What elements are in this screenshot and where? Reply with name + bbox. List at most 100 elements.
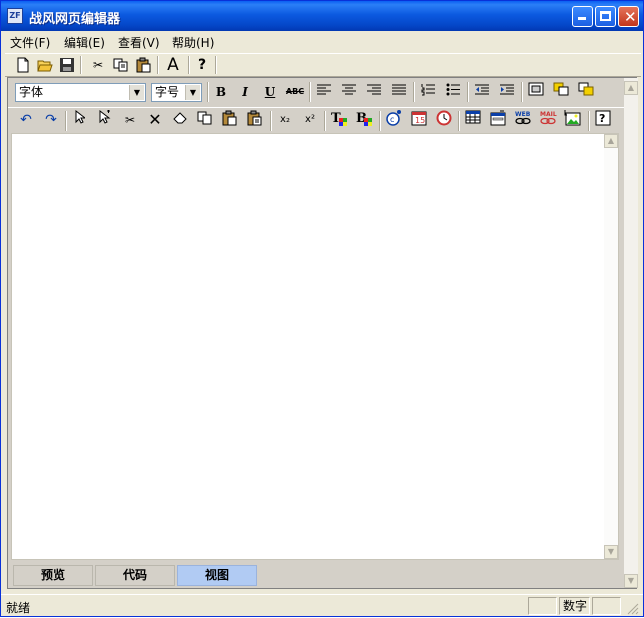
size-select[interactable]: 字号 ▼: [151, 83, 202, 102]
editor-panel: 字体 ▼ 字号 ▼ B I U ABC ↶ ↷ ✂ ✕ x₂ x² T B c …: [7, 77, 638, 589]
scroll-up-icon[interactable]: ▲: [624, 81, 638, 95]
undo-icon[interactable]: ↶: [16, 110, 36, 130]
menu-edit[interactable]: 编辑(E): [64, 34, 105, 51]
status-bar: 就绪 数字: [1, 594, 643, 617]
toolbar-separator: [379, 111, 381, 131]
font-select[interactable]: 字体 ▼: [15, 83, 146, 102]
app-window: ZF 战风网页编辑器 ✕ 文件(F) 编辑(E) 查看(V) 帮助(H) ✂ A…: [0, 0, 644, 617]
align-justify-icon[interactable]: [389, 82, 409, 102]
insert-mail-link-icon[interactable]: MAIL: [538, 110, 558, 130]
bullet-list-icon[interactable]: [443, 82, 463, 102]
align-right-icon[interactable]: [364, 82, 384, 102]
paste-icon[interactable]: [136, 57, 152, 73]
insert-web-link-icon[interactable]: WEB: [513, 110, 533, 130]
help-icon[interactable]: ?: [593, 110, 613, 130]
tab-preview[interactable]: 预览: [13, 565, 93, 586]
absolute-position-icon[interactable]: [526, 82, 546, 102]
cut-icon[interactable]: ✂: [120, 110, 140, 130]
menu-bar: 文件(F) 编辑(E) 查看(V) 帮助(H): [5, 31, 641, 51]
menu-view[interactable]: 查看(V): [118, 34, 160, 51]
app-icon[interactable]: ZF: [7, 8, 23, 24]
insert-image-icon[interactable]: [563, 110, 583, 130]
font-select-value: 字体: [19, 85, 44, 99]
toolbar-separator: [309, 82, 311, 102]
open-folder-icon[interactable]: [37, 57, 53, 73]
align-left-icon[interactable]: [314, 82, 334, 102]
window-title: 战风网页编辑器: [29, 12, 121, 27]
toolbar-separator: [270, 111, 272, 131]
minimize-button[interactable]: [572, 6, 593, 27]
insert-time-icon[interactable]: [434, 110, 454, 130]
help-icon[interactable]: ?: [194, 57, 210, 73]
underline-button[interactable]: U: [260, 82, 280, 102]
bold-button[interactable]: B: [211, 82, 231, 102]
background-color-icon[interactable]: B: [354, 110, 374, 130]
scroll-down-icon[interactable]: ▼: [624, 574, 638, 588]
menu-file[interactable]: 文件(F): [10, 34, 50, 51]
new-file-icon[interactable]: [15, 57, 31, 73]
close-button[interactable]: ✕: [618, 6, 639, 27]
toolbar-separator: [188, 56, 190, 74]
status-text: 就绪: [6, 601, 31, 615]
scroll-up-icon[interactable]: ▲: [604, 134, 618, 148]
select-multiple-icon[interactable]: [95, 109, 115, 130]
font-icon[interactable]: A: [165, 57, 181, 74]
scroll-down-icon[interactable]: ▼: [604, 545, 618, 559]
toolbar-separator: [467, 82, 469, 102]
align-center-icon[interactable]: [339, 82, 359, 102]
num-lock-indicator: 数字: [559, 597, 590, 615]
svg-text:MAIL: MAIL: [540, 111, 557, 118]
format-toolbar: 字体 ▼ 字号 ▼ B I U ABC: [8, 78, 624, 106]
save-icon[interactable]: [59, 57, 75, 73]
copy-icon[interactable]: [195, 110, 215, 130]
copyright-symbol-icon[interactable]: c: [384, 110, 404, 130]
italic-button[interactable]: I: [235, 82, 255, 102]
delete-icon[interactable]: ✕: [145, 110, 165, 130]
insert-date-icon[interactable]: 15: [409, 110, 429, 130]
status-panel: [592, 597, 621, 615]
editing-toolbar: ↶ ↷ ✂ ✕ x₂ x² T B c 15 WEB MAIL ?: [8, 107, 624, 134]
chevron-down-icon: ▼: [185, 85, 200, 100]
toolbar-separator: [80, 56, 82, 74]
menu-help[interactable]: 帮助(H): [172, 34, 214, 51]
chevron-down-icon: ▼: [129, 85, 144, 100]
svg-text:c: c: [390, 115, 394, 124]
send-backward-icon[interactable]: [576, 82, 596, 102]
tab-design[interactable]: 视图: [177, 565, 257, 586]
toolbar-separator: [157, 56, 159, 74]
svg-text:WEB: WEB: [515, 111, 531, 118]
bring-forward-icon[interactable]: [551, 82, 571, 102]
panel-scrollbar[interactable]: ▲ ▼: [624, 78, 638, 588]
insert-table-icon[interactable]: [463, 110, 483, 130]
paste-special-icon[interactable]: [245, 110, 265, 130]
resize-grip-icon[interactable]: [625, 601, 639, 615]
select-pointer-icon[interactable]: [70, 109, 90, 130]
maximize-button[interactable]: [595, 6, 616, 27]
editor-scrollbar[interactable]: ▲ ▼: [604, 134, 618, 559]
toolbar-separator: [521, 82, 523, 102]
editor-content-area[interactable]: ▲ ▼: [11, 133, 619, 560]
strikethrough-button[interactable]: ABC: [285, 82, 305, 102]
toolbar-separator: [215, 56, 217, 74]
copy-icon[interactable]: [113, 57, 129, 73]
paste-icon[interactable]: [220, 110, 240, 130]
close-icon: ✕: [624, 8, 637, 26]
tab-code[interactable]: 代码: [95, 565, 175, 586]
redo-icon[interactable]: ↷: [41, 110, 61, 130]
toolbar-separator: [458, 111, 460, 131]
title-bar[interactable]: ZF 战风网页编辑器 ✕: [1, 1, 643, 31]
indent-icon[interactable]: [497, 82, 517, 102]
cut-icon[interactable]: ✂: [90, 57, 106, 73]
insert-form-icon[interactable]: [488, 110, 508, 130]
toolbar-separator: [413, 82, 415, 102]
superscript-button[interactable]: x²: [300, 110, 320, 130]
toolbar-separator: [207, 82, 209, 102]
toolbar-separator: [65, 111, 67, 131]
subscript-button[interactable]: x₂: [275, 110, 295, 130]
toolbar-separator: [324, 111, 326, 131]
numbered-list-icon[interactable]: [418, 82, 438, 102]
text-color-icon[interactable]: T: [329, 110, 349, 130]
outdent-icon[interactable]: [472, 82, 492, 102]
status-panel: [528, 597, 557, 615]
eraser-icon[interactable]: [170, 110, 190, 130]
